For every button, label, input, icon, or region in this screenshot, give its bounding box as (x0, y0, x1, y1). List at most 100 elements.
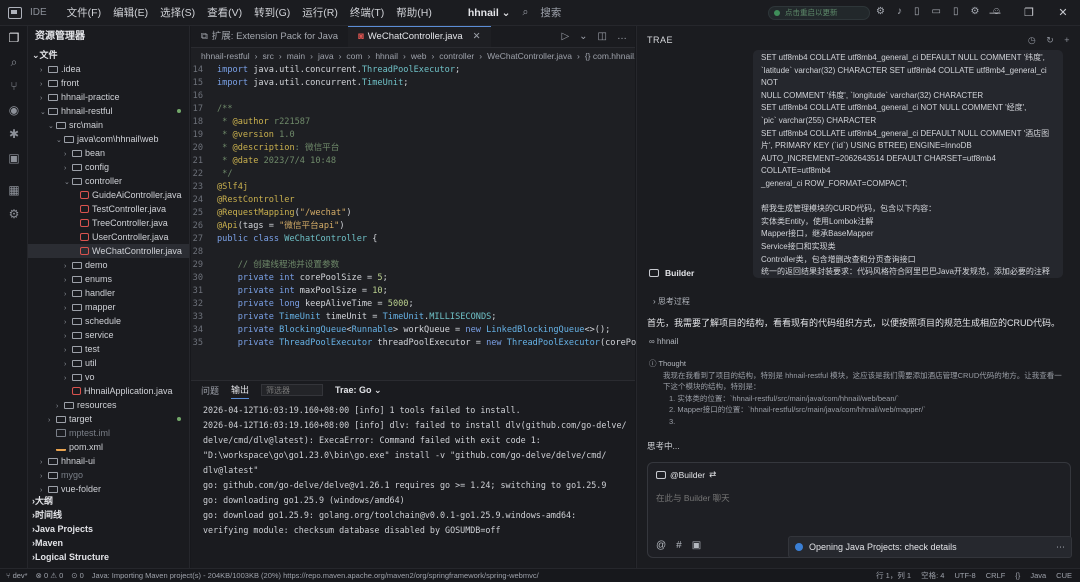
search-activity-icon[interactable]: ⌕ (0, 50, 28, 74)
tree-folder[interactable]: › enums (28, 272, 189, 286)
code-view[interactable]: 14 import java.util.concurrent.ThreadPool… (191, 64, 637, 350)
tree-folder[interactable]: › vo (28, 370, 189, 384)
tab-output[interactable]: 输出 (231, 382, 250, 399)
tree-file[interactable]: UserController.java (28, 230, 189, 244)
tree-folder[interactable]: › mygo (28, 468, 189, 482)
tree-folder[interactable]: › demo (28, 258, 189, 272)
breadcrumb-item[interactable]: java (318, 51, 334, 61)
run-debug-icon[interactable]: ◉ (0, 98, 28, 122)
tree-file[interactable]: pom.xml (28, 440, 189, 454)
breadcrumb-item[interactable]: web (411, 51, 427, 61)
chevron-down-icon[interactable]: ⌄ (579, 26, 587, 47)
tree-folder[interactable]: › service (28, 328, 189, 342)
tree-folder[interactable]: › target (28, 412, 189, 426)
tree-folder[interactable]: › hhnail-practice (28, 90, 189, 104)
tree-folder[interactable]: › test (28, 342, 189, 356)
settings-sync-icon[interactable]: ⚙ (0, 202, 28, 226)
output-filter-input[interactable] (261, 384, 324, 396)
menu-file[interactable]: 文件(F) (61, 5, 107, 20)
run-icon[interactable]: ▷ (561, 26, 569, 47)
breadcrumb-item[interactable]: controller (439, 51, 474, 61)
tree-folder[interactable]: ⌄ java\com\hhnail\web (28, 132, 189, 146)
ports-indicator[interactable]: ⊙ 0 (71, 569, 84, 582)
sidebar-section[interactable]: ›Maven (28, 536, 189, 550)
menu-edit[interactable]: 编辑(E) (107, 5, 154, 20)
branch-indicator[interactable]: ⑂ dev* (6, 569, 28, 582)
breadcrumb-item[interactable]: WeChatController.java (487, 51, 572, 61)
swap-icon[interactable]: ⇄ (709, 469, 716, 480)
output-channel-select[interactable]: Trae: Go ⌄ (335, 385, 382, 396)
hash-icon[interactable]: # (676, 540, 682, 551)
tree-folder[interactable]: › .idea (28, 62, 189, 76)
agent-mention[interactable]: @Builder ⇄ (656, 469, 716, 480)
tab-problems[interactable]: 问题 (201, 384, 219, 397)
language-mode[interactable]: Java (1030, 569, 1046, 582)
encoding[interactable]: UTF-8 (954, 569, 975, 582)
tab-wechatcontroller[interactable]: ◙ WeChatController.java ✕ (348, 26, 491, 47)
menu-run[interactable]: 运行(R) (296, 5, 344, 20)
breadcrumb-item[interactable]: src (263, 51, 274, 61)
breadcrumb-item[interactable]: hhnail (375, 51, 398, 61)
more-icon[interactable]: … (617, 26, 627, 47)
tree-file[interactable]: WeChatController.java (28, 244, 189, 258)
menu-go[interactable]: 转到(G) (248, 5, 296, 20)
close-icon[interactable]: ✕ (1046, 0, 1080, 26)
breadcrumb-item[interactable]: main (287, 51, 305, 61)
image-icon[interactable]: ▣ (692, 540, 701, 551)
add-icon[interactable]: + (1064, 26, 1070, 54)
sidebar-section[interactable]: ›Java Projects (28, 522, 189, 536)
update-button[interactable]: 点击重启以更新 (768, 6, 870, 20)
explorer-icon[interactable]: ❐ (0, 26, 28, 50)
bell-icon[interactable]: ♪ (897, 6, 902, 17)
tab-extension-pack[interactable]: ⧉ 扩展: Extension Pack for Java (191, 26, 348, 47)
command-center[interactable]: hhnail ⌄ ⌕ 搜索 (468, 5, 562, 20)
close-tab-icon[interactable]: ✕ (473, 26, 481, 48)
sidebar-section[interactable]: ›大纲 (28, 494, 189, 508)
remote-explorer-icon[interactable]: ▣ (0, 146, 28, 170)
chat-input[interactable] (656, 493, 1056, 503)
indent-setting[interactable]: 空格: 4 (921, 569, 944, 582)
tree-folder[interactable]: › front (28, 76, 189, 90)
tree-folder[interactable]: ⌄ hhnail-restful (28, 104, 189, 118)
layout-panel-icon[interactable]: ▭ (931, 6, 940, 17)
layout-sidebar-icon[interactable]: ▯ (914, 6, 920, 17)
tree-folder[interactable]: › config (28, 160, 189, 174)
more-icon[interactable]: ⋯ (1056, 537, 1065, 557)
menu-help[interactable]: 帮助(H) (390, 5, 438, 20)
tree-folder[interactable]: › hhnail-ui (28, 454, 189, 468)
tree-file[interactable]: HhnailApplication.java (28, 384, 189, 398)
layout-chat-icon[interactable]: ▯ (953, 6, 959, 17)
tree-folder[interactable]: › resources (28, 398, 189, 412)
restore-icon[interactable]: ❐ (1012, 0, 1046, 26)
breadcrumb-item[interactable]: hhnail-restful (201, 51, 250, 61)
notification-toast[interactable]: Opening Java Projects: check details ⋯ (788, 536, 1072, 558)
at-icon[interactable]: @ (656, 540, 666, 551)
tree-file[interactable]: TestController.java (28, 202, 189, 216)
breadcrumb-item[interactable]: {} com.hhnail.w (585, 51, 635, 61)
tree-folder[interactable]: › util (28, 356, 189, 370)
braces-icon[interactable]: {} (1015, 569, 1020, 582)
tree-folder[interactable]: › bean (28, 146, 189, 160)
tree-folder[interactable]: › mapper (28, 300, 189, 314)
problems-indicator[interactable]: ⊗ 0 ⚠ 0 (36, 569, 64, 582)
java-progress[interactable]: Java: Importing Maven project(s) - 204KB… (92, 569, 539, 582)
bug-icon[interactable]: ✱ (0, 122, 28, 146)
tree-folder[interactable]: › schedule (28, 314, 189, 328)
menu-terminal[interactable]: 终端(T) (344, 5, 390, 20)
menu-selection[interactable]: 选择(S) (154, 5, 201, 20)
tree-file[interactable]: mptest.iml (28, 426, 189, 440)
tree-folder[interactable]: › handler (28, 286, 189, 300)
tree-folder[interactable]: ⌄ controller (28, 174, 189, 188)
tree-file[interactable]: TreeController.java (28, 216, 189, 230)
tree-file[interactable]: GuideAiController.java (28, 188, 189, 202)
minimize-icon[interactable]: — (978, 0, 1012, 26)
breadcrumb-item[interactable]: com (346, 51, 362, 61)
extensions-icon[interactable]: ▦ (0, 178, 28, 202)
sidebar-section[interactable]: ›Logical Structure (28, 550, 189, 564)
section-files[interactable]: ⌄文件 (28, 48, 189, 62)
project-switcher[interactable]: hhnail ⌄ (468, 7, 511, 19)
thinking-toggle[interactable]: › 思考过程 (653, 296, 690, 307)
sidebar-section[interactable]: ›时间线 (28, 508, 189, 522)
menu-view[interactable]: 查看(V) (201, 5, 248, 20)
cursor-position[interactable]: 行 1，列 1 (876, 569, 911, 582)
